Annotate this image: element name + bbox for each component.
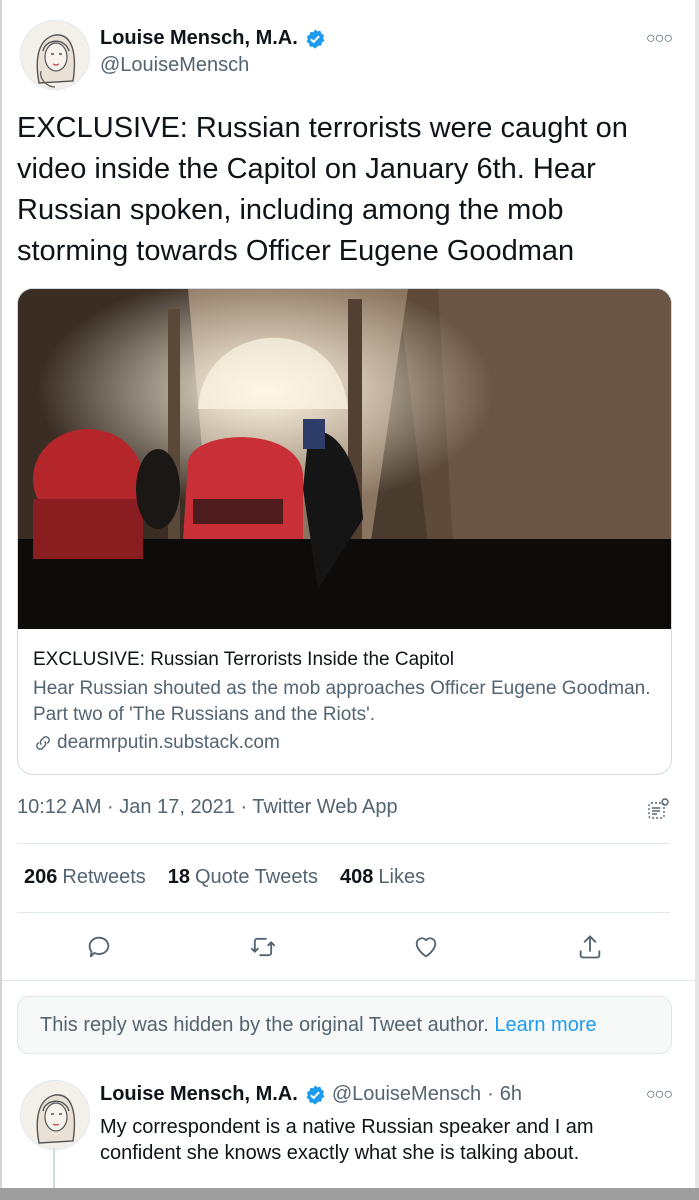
like-icon [415,937,437,958]
reply-separator: · [487,1083,494,1105]
analytics-icon[interactable] [646,797,670,821]
tweet-text: EXCLUSIVE: Russian terrorists were caugh… [17,112,628,267]
reply-button[interactable] [82,930,116,964]
card-domain-text: dearmrputin.substack.com [57,732,280,753]
reply-text: My correspondent is a native Russian spe… [100,1116,594,1164]
reply-author-name[interactable]: Louise Mensch, M.A. [100,1083,298,1106]
avatar-illustration [21,21,89,89]
card-domain[interactable]: dearmrputin.substack.com [33,732,280,754]
author-avatar[interactable] [20,20,90,90]
card-description: Hear Russian shouted as the mob approach… [33,678,651,725]
hidden-reply-notice: This reply was hidden by the original Tw… [17,996,672,1054]
reply-author-row: Louise Mensch, M.A. @LouiseMensch · 6h [100,1083,522,1106]
retweets-stat[interactable]: 206 Retweets [24,866,146,889]
divider [17,843,670,844]
capitol-hallway-image [18,289,671,629]
verified-badge-icon [304,1084,326,1106]
share-button[interactable] [573,930,607,964]
tweet-stats: 206 Retweets 18 Quote Tweets 408 Likes [24,866,425,889]
author-handle[interactable]: @LouiseMensch [100,54,249,77]
card-video-thumbnail[interactable] [18,289,671,629]
tweet-timestamp[interactable]: 10:12 AM · Jan 17, 2021 · Twitter Web Ap… [17,796,398,819]
retweet-button[interactable] [246,930,280,964]
like-button[interactable] [409,930,443,964]
reply-author-handle[interactable]: @LouiseMensch [332,1083,481,1106]
window-frame-right [695,0,699,1200]
author-display-name[interactable]: Louise Mensch, M.A. [100,27,298,50]
window-bottom-edge [0,1188,699,1200]
more-options-icon[interactable]: ○○○ [646,30,673,48]
learn-more-link[interactable]: Learn more [494,1014,596,1036]
author-name-row: Louise Mensch, M.A. [100,27,326,50]
share-icon [579,935,601,959]
link-icon [36,736,50,750]
reply-icon [88,936,110,958]
reply-author-avatar[interactable] [20,1080,90,1150]
likes-stat[interactable]: 408 Likes [340,866,425,889]
divider [2,980,695,981]
quote-tweets-stat[interactable]: 18 Quote Tweets [168,866,318,889]
link-card[interactable]: EXCLUSIVE: Russian Terrorists Inside the… [17,288,672,775]
divider [17,912,670,913]
more-options-icon[interactable]: ○○○ [646,1086,673,1104]
thread-line [53,1148,55,1192]
avatar-illustration [21,1081,89,1149]
reply-time[interactable]: 6h [500,1083,522,1106]
card-title: EXCLUSIVE: Russian Terrorists Inside the… [33,649,454,670]
retweet-icon [250,937,276,957]
hidden-reply-text: This reply was hidden by the original Tw… [40,1014,489,1036]
window-frame-left [0,0,2,1200]
verified-badge-icon [304,28,326,50]
